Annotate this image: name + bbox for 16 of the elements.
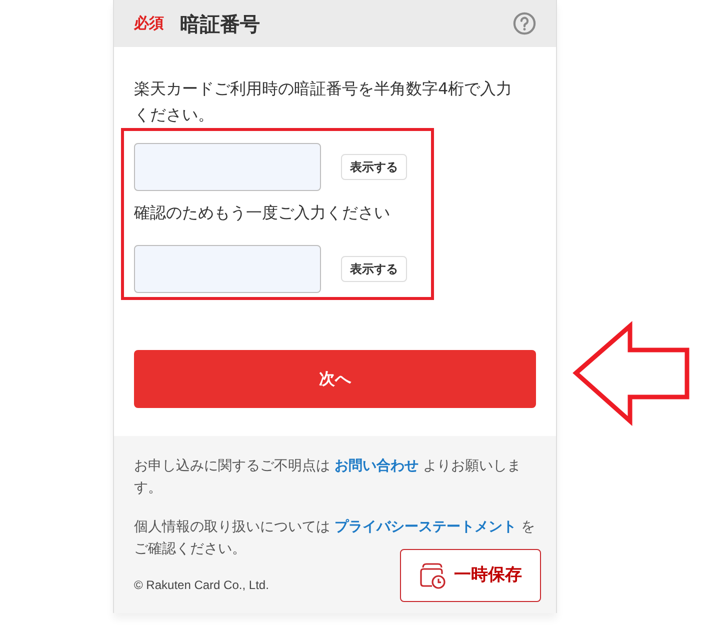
pin-input-field[interactable]: [134, 143, 321, 191]
copyright-text: © Rakuten Card Co., Ltd.: [134, 577, 269, 593]
pin-input-field[interactable]: [134, 245, 321, 293]
cards-clock-icon: [419, 562, 446, 589]
footer-link[interactable]: お問い合わせ: [334, 458, 418, 474]
save-draft-button[interactable]: 一時保存: [400, 549, 541, 602]
show-button[interactable]: 表示する: [341, 154, 407, 180]
show-button[interactable]: 表示する: [341, 256, 407, 282]
confirm-label: 確認のためもう一度ご入力ください: [134, 202, 390, 224]
required-label: 必須: [134, 13, 164, 34]
instruction-text: 楽天カードご利用時の暗証番号を半角数字4桁で入力ください。: [134, 78, 514, 126]
help-icon[interactable]: [513, 12, 536, 35]
section-title: 暗証番号: [180, 10, 260, 38]
footer-link[interactable]: プライバシーステートメント: [334, 519, 516, 535]
next-button[interactable]: 次へ: [134, 350, 536, 408]
footer-paragraph: お申し込みに関するご不明点は お問い合わせ よりお願いします。: [134, 457, 522, 498]
